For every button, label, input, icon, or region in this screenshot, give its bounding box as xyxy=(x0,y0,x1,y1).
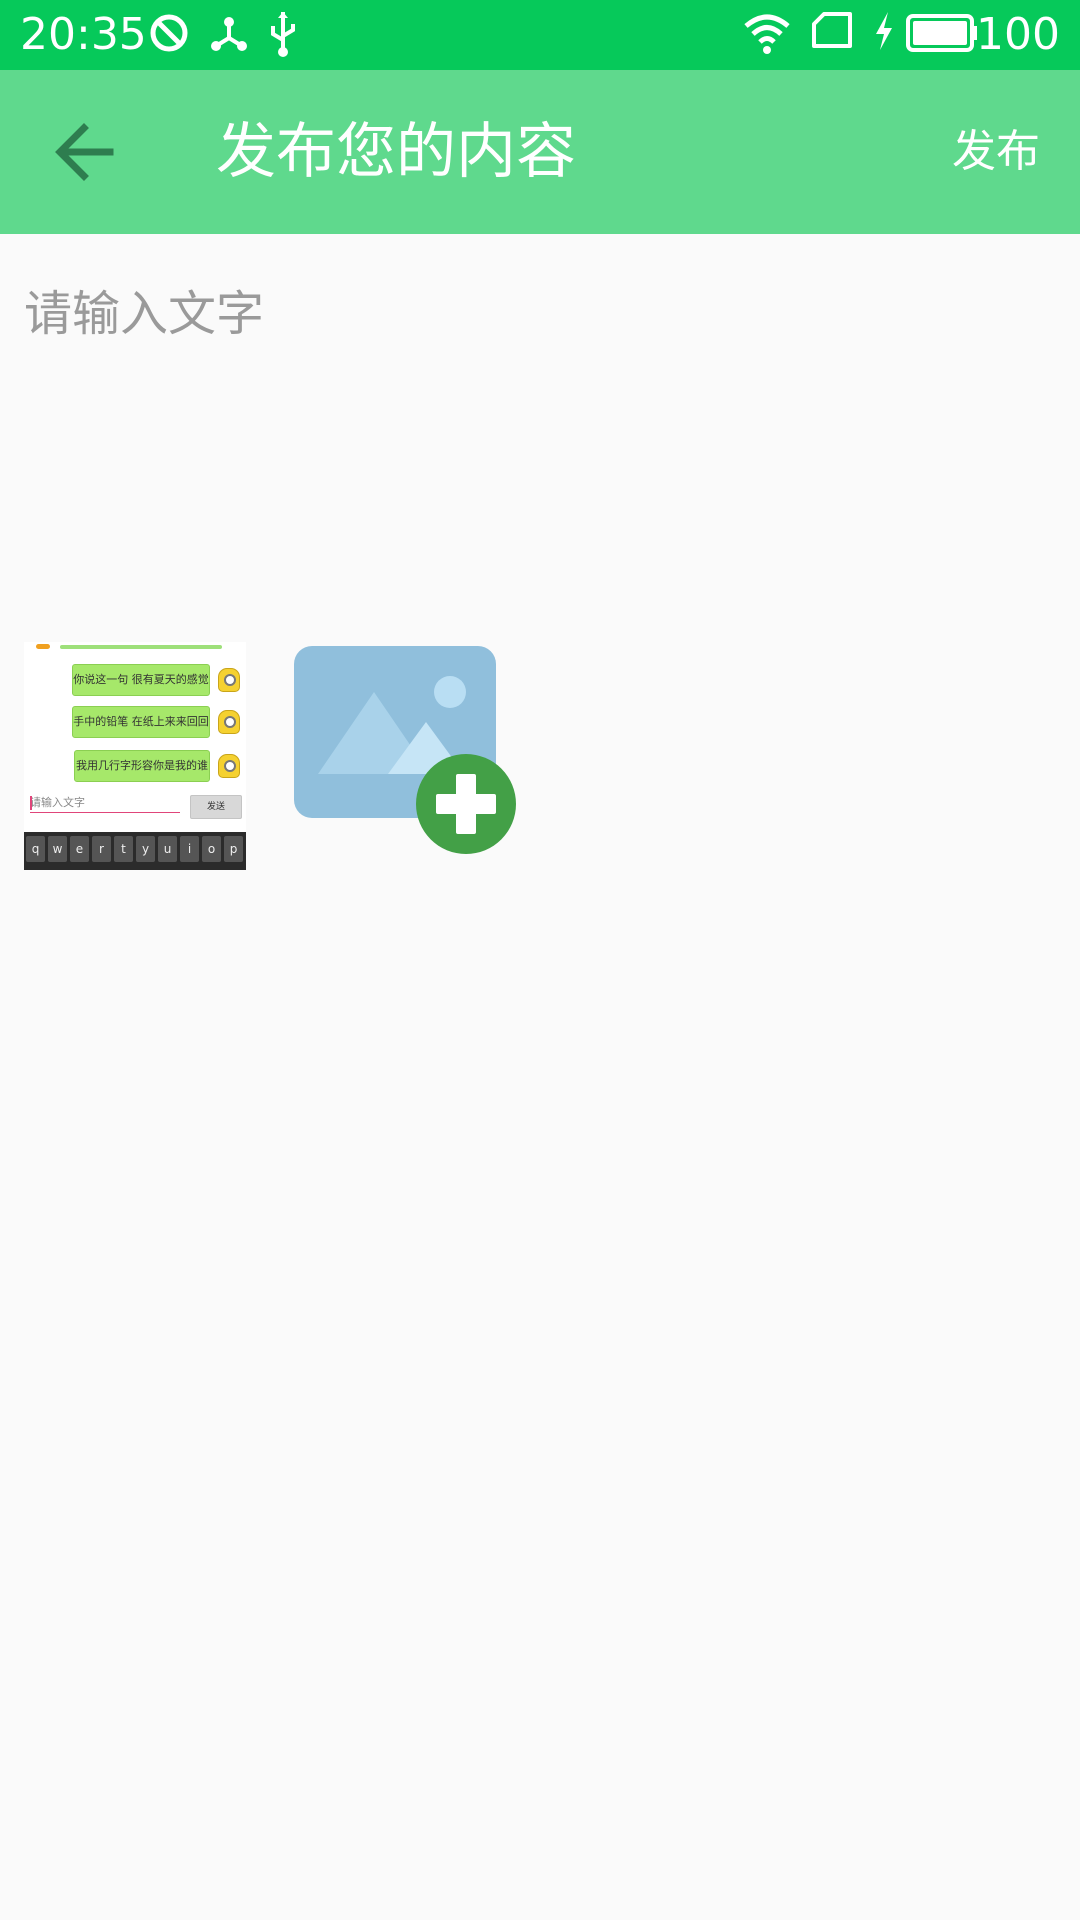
selected-image-thumbnail[interactable]: 你说这一句 很有夏天的感觉 手中的铅笔 在纸上来来回回 我用几行字形容你是我的谁… xyxy=(24,642,246,870)
keyboard-key: r xyxy=(92,836,111,862)
share-node-icon xyxy=(211,17,247,51)
add-image-button[interactable] xyxy=(294,646,518,856)
sim-icon xyxy=(812,12,852,48)
battery-icon xyxy=(906,14,977,52)
keyboard-key: t xyxy=(114,836,133,862)
keyboard-key: p xyxy=(224,836,243,862)
thumb-send-button: 发送 xyxy=(190,795,242,819)
arrow-back-icon xyxy=(55,123,114,181)
usb-icon xyxy=(271,12,295,57)
thumb-message: 手中的铅笔 在纸上来来回回 xyxy=(72,706,210,738)
battery-percent: 100 xyxy=(976,9,1060,60)
page-title: 发布您的内容 xyxy=(216,117,576,187)
keyboard-key: q xyxy=(26,836,45,862)
keyboard-key: u xyxy=(158,836,177,862)
minion-avatar xyxy=(218,668,240,692)
thumb-decoration xyxy=(36,644,50,649)
minion-avatar xyxy=(218,710,240,734)
keyboard-key: w xyxy=(48,836,67,862)
thumb-keyboard: q w e r t y u i o p xyxy=(24,832,246,870)
thumb-input-field: 请输入文字 xyxy=(30,794,180,813)
publish-button[interactable]: 发布 xyxy=(952,124,1040,180)
keyboard-key: o xyxy=(202,836,221,862)
add-image-icon xyxy=(294,646,516,854)
charging-icon xyxy=(876,12,892,50)
back-button[interactable] xyxy=(48,114,124,190)
minion-avatar xyxy=(218,754,240,778)
thumb-message: 我用几行字形容你是我的谁 xyxy=(74,750,210,782)
do-not-disturb-icon xyxy=(150,14,188,52)
wifi-icon xyxy=(744,14,790,54)
app-bar: 发布您的内容 发布 xyxy=(0,70,1080,234)
content-input[interactable] xyxy=(24,274,1054,574)
status-bar: 20:35 100 xyxy=(0,0,1080,70)
thumb-divider xyxy=(60,645,222,649)
thumb-message: 你说这一句 很有夏天的感觉 xyxy=(72,664,210,696)
keyboard-key: i xyxy=(180,836,199,862)
status-time: 20:35 xyxy=(20,9,147,60)
keyboard-key: y xyxy=(136,836,155,862)
keyboard-key: e xyxy=(70,836,89,862)
